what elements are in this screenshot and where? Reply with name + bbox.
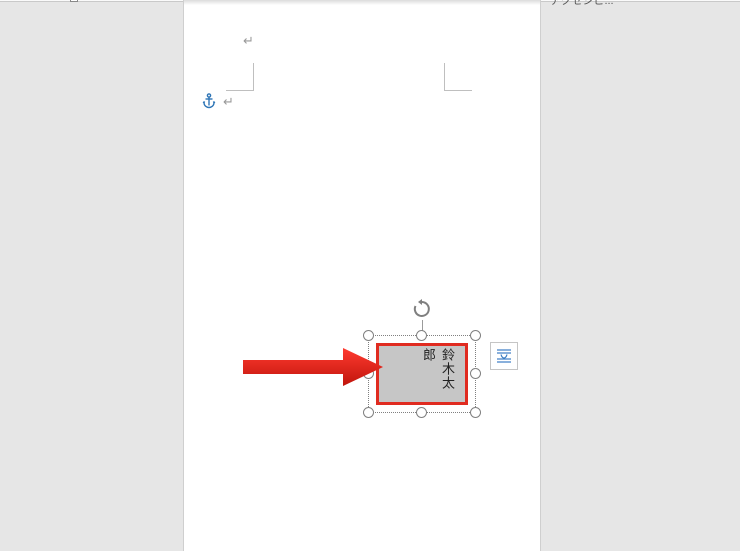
paragraph-mark: ↵ bbox=[243, 33, 254, 49]
margin-mark-top-left bbox=[226, 63, 254, 91]
resize-handle-top[interactable] bbox=[416, 330, 427, 341]
text-box-content[interactable]: 鈴木太郎 bbox=[419, 348, 457, 402]
rotate-icon[interactable] bbox=[411, 298, 433, 320]
layout-options-button[interactable] bbox=[490, 342, 518, 370]
resize-handle-top-right[interactable] bbox=[470, 330, 481, 341]
resize-handle-bottom-right[interactable] bbox=[470, 407, 481, 418]
text-box[interactable]: 鈴木太郎 bbox=[376, 343, 468, 405]
layout-options-icon bbox=[494, 346, 514, 366]
margin-mark-top-right bbox=[444, 63, 472, 91]
paragraph-mark: ↵ bbox=[223, 94, 234, 110]
resize-handle-right[interactable] bbox=[470, 368, 481, 379]
page-shadow bbox=[184, 0, 540, 5]
anchor-icon bbox=[202, 93, 216, 109]
resize-handle-top-left[interactable] bbox=[363, 330, 374, 341]
resize-handle-bottom-left[interactable] bbox=[363, 407, 374, 418]
resize-handle-left[interactable] bbox=[363, 368, 374, 379]
ribbon-group-label: アクセシビ... bbox=[550, 0, 614, 8]
dialog-launcher-icon[interactable] bbox=[70, 0, 78, 2]
resize-handle-bottom[interactable] bbox=[416, 407, 427, 418]
